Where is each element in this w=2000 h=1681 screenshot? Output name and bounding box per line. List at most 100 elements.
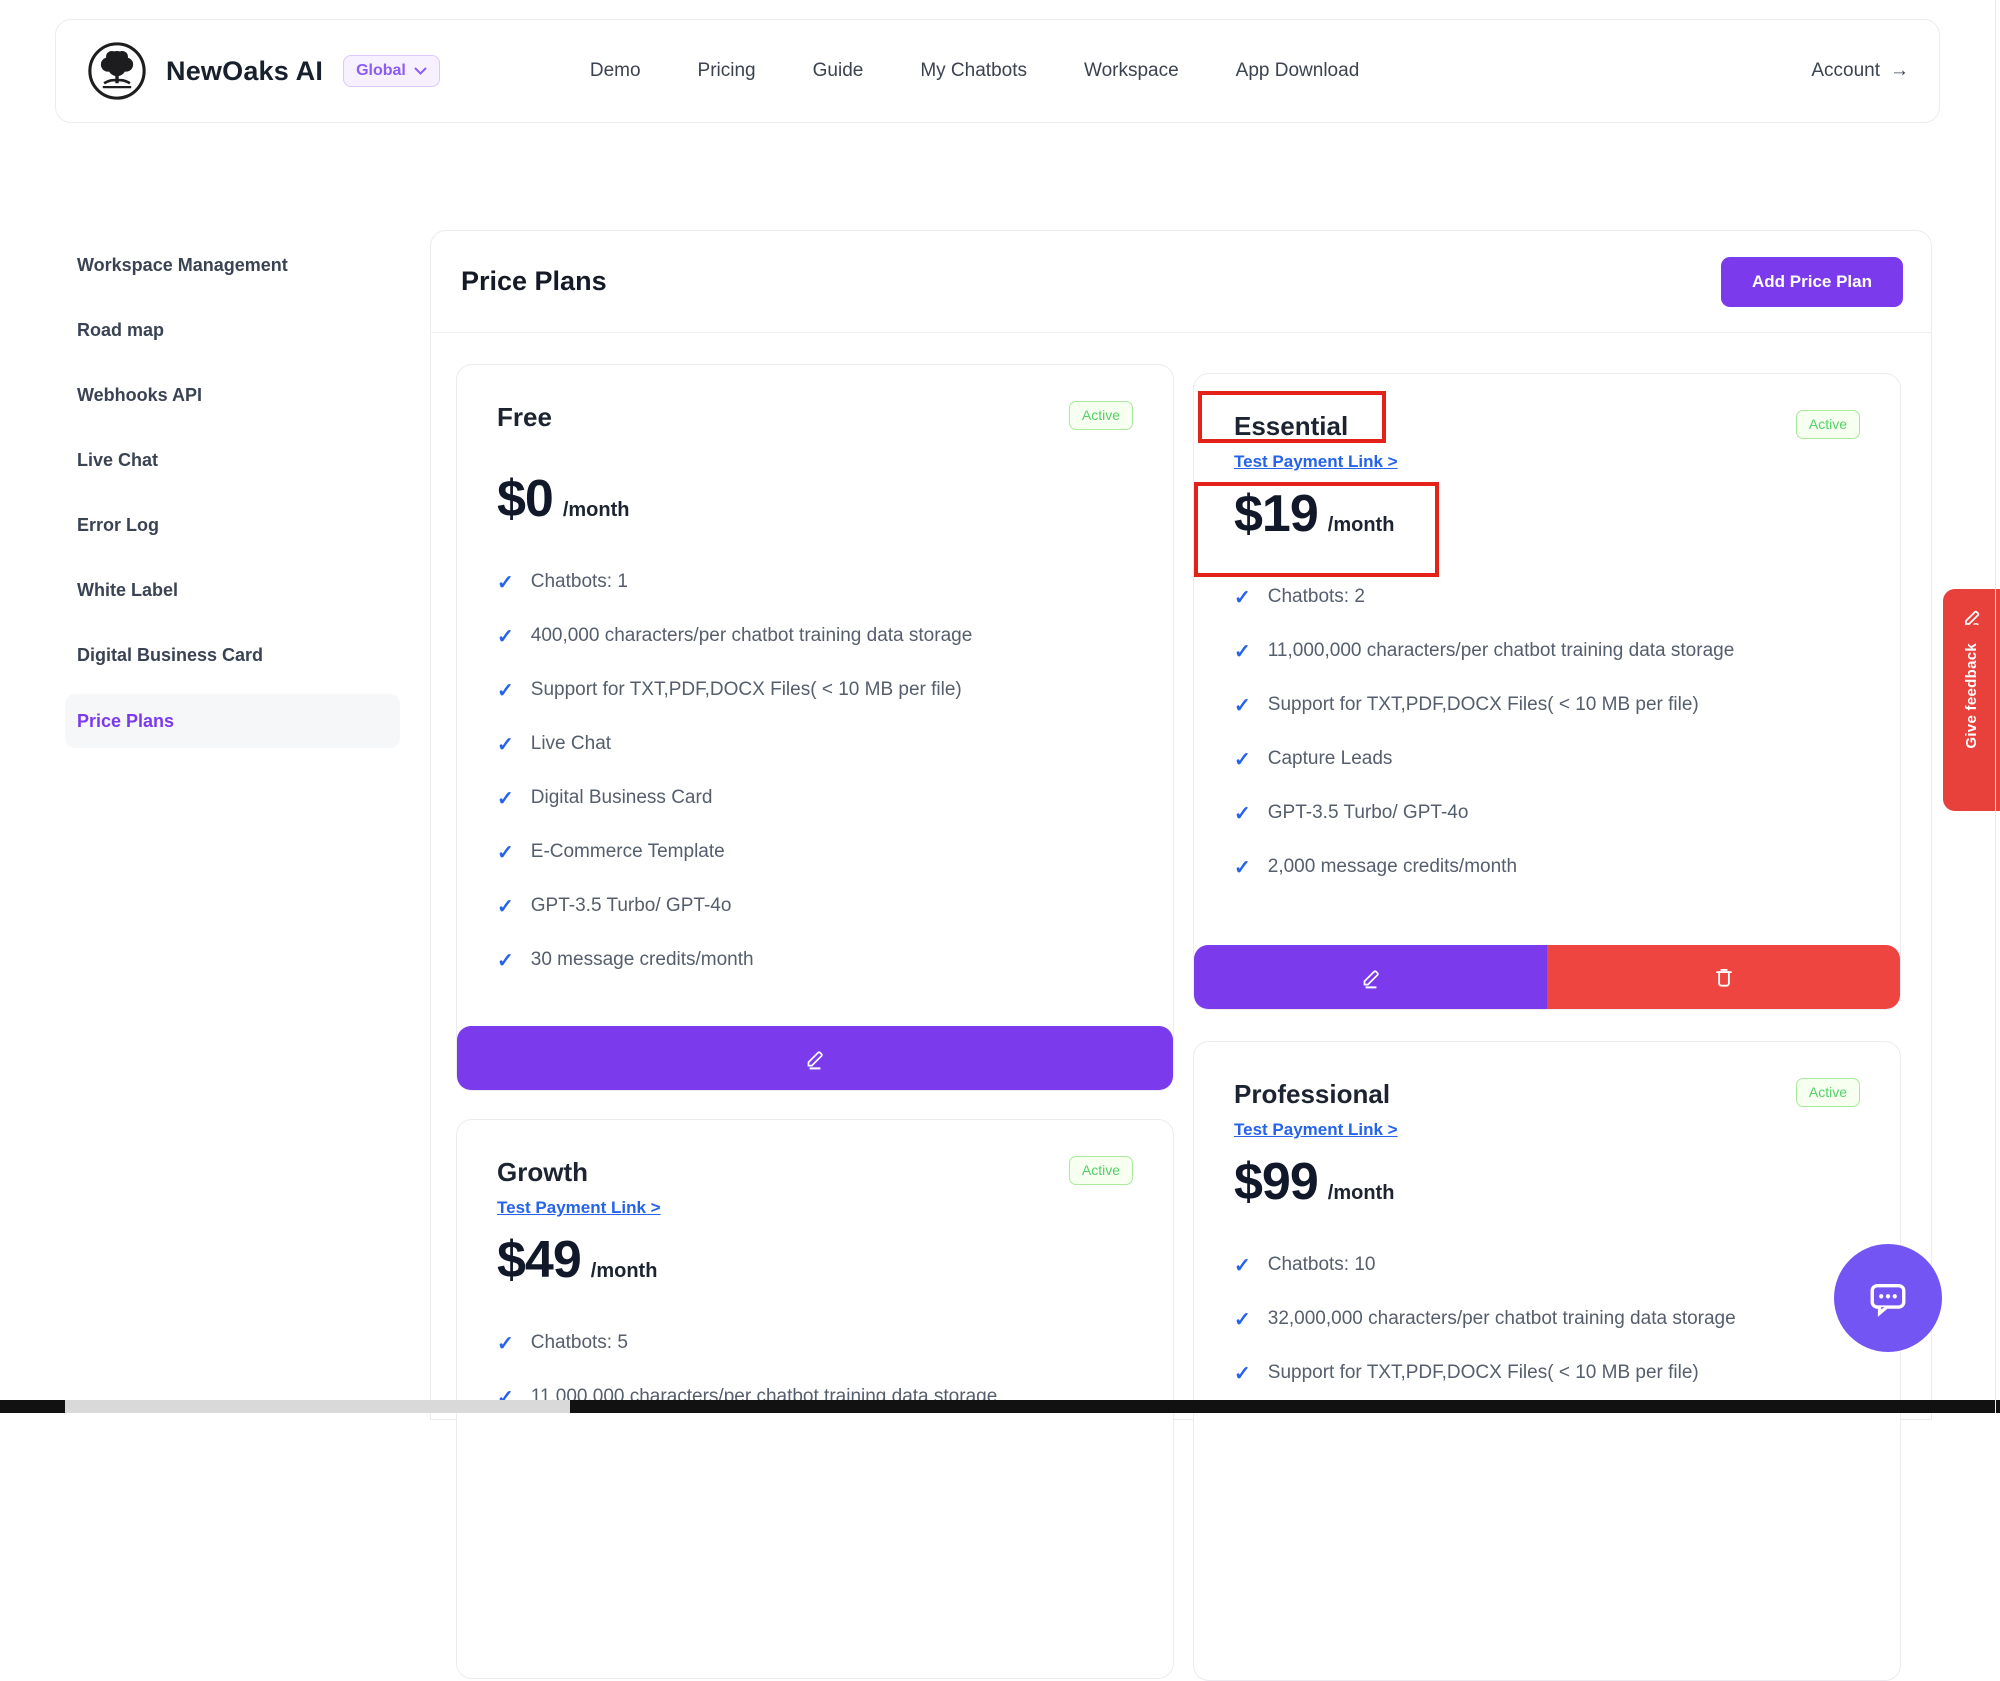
plan-name: Free: [497, 401, 552, 435]
newoaks-logo-icon: [86, 40, 148, 102]
feature-item: ✓11,000,000 characters/per chatbot train…: [1234, 640, 1860, 668]
plan-card-growth: Growth Active Test Payment Link > $49 /m…: [456, 1119, 1174, 1679]
check-icon: ✓: [1234, 856, 1251, 880]
account-label: Account: [1811, 60, 1880, 82]
plan-name: Essential: [1234, 410, 1348, 444]
status-badge: Active: [1796, 1078, 1860, 1107]
sidebar-item-white-label[interactable]: White Label: [65, 558, 400, 623]
check-icon: ✓: [497, 1332, 514, 1356]
pencil-icon: [802, 1045, 828, 1071]
feature-list: ✓Chatbots: 10 ✓32,000,000 characters/per…: [1234, 1254, 1860, 1390]
check-icon: ✓: [497, 949, 514, 973]
region-label: Global: [356, 62, 406, 80]
nav-item-workspace[interactable]: Workspace: [1084, 60, 1179, 82]
nav-item-demo[interactable]: Demo: [590, 60, 641, 82]
scrollbar-track[interactable]: [1995, 0, 1996, 1413]
account-menu[interactable]: Account →: [1811, 60, 1909, 82]
check-icon: ✓: [1234, 586, 1251, 610]
feature-item: ✓Chatbots: 5: [497, 1332, 1133, 1360]
price-plans-panel: Price Plans Add Price Plan Free Active $…: [430, 230, 1932, 1420]
feature-item: ✓Digital Business Card: [497, 787, 1133, 815]
feature-item: ✓Chatbots: 1: [497, 571, 1133, 599]
plan-card-free: Free Active $0 /month ✓Chatbots: 1 ✓400,…: [456, 364, 1174, 1091]
bottom-bar-segment: [0, 1400, 65, 1413]
check-icon: ✓: [497, 733, 514, 757]
plan-price: $99: [1234, 1152, 1318, 1212]
plan-period: /month: [1328, 514, 1395, 537]
settings-sidebar: Workspace Management Road map Webhooks A…: [65, 233, 400, 748]
plan-price: $19: [1234, 484, 1318, 544]
feature-list: ✓Chatbots: 2 ✓11,000,000 characters/per …: [1234, 586, 1860, 884]
top-navigation-bar: NewOaks AI Global Demo Pricing Guide My …: [55, 19, 1940, 123]
plan-period: /month: [1328, 1182, 1395, 1205]
edit-plan-button[interactable]: [1194, 945, 1547, 1009]
feature-item: ✓Live Chat: [497, 733, 1133, 761]
panel-header: Price Plans Add Price Plan: [431, 231, 1931, 333]
sidebar-item-live-chat[interactable]: Live Chat: [65, 428, 400, 493]
sidebar-item-webhooks-api[interactable]: Webhooks API: [65, 363, 400, 428]
bottom-bar-segment: [570, 1400, 2000, 1413]
add-price-plan-button[interactable]: Add Price Plan: [1721, 257, 1903, 307]
sidebar-item-workspace-management[interactable]: Workspace Management: [65, 233, 400, 298]
status-badge: Active: [1069, 1156, 1133, 1185]
nav-item-app-download[interactable]: App Download: [1236, 60, 1360, 82]
give-feedback-tab[interactable]: Give feedback: [1943, 589, 2000, 811]
chat-bubble-icon: [1861, 1271, 1915, 1325]
chevron-down-icon: [414, 67, 427, 76]
feature-item: ✓E-Commerce Template: [497, 841, 1133, 869]
page-title: Price Plans: [461, 266, 607, 297]
plan-period: /month: [563, 499, 630, 522]
nav-item-my-chatbots[interactable]: My Chatbots: [920, 60, 1027, 82]
feature-item: ✓Chatbots: 10: [1234, 1254, 1860, 1282]
sidebar-item-digital-business-card[interactable]: Digital Business Card: [65, 623, 400, 688]
check-icon: ✓: [1234, 1308, 1251, 1332]
main-nav: Demo Pricing Guide My Chatbots Workspace…: [590, 60, 1359, 82]
chat-widget-button[interactable]: [1834, 1244, 1942, 1352]
feature-item: ✓GPT-3.5 Turbo/ GPT-4o: [1234, 802, 1860, 830]
trash-icon: [1711, 964, 1737, 990]
feature-item: ✓400,000 characters/per chatbot training…: [497, 625, 1133, 653]
check-icon: ✓: [1234, 640, 1251, 664]
sidebar-item-price-plans[interactable]: Price Plans: [65, 694, 400, 748]
feature-item: ✓GPT-3.5 Turbo/ GPT-4o: [497, 895, 1133, 923]
test-payment-link[interactable]: Test Payment Link >: [497, 1198, 661, 1218]
sidebar-item-error-log[interactable]: Error Log: [65, 493, 400, 558]
plan-name: Growth: [497, 1156, 588, 1190]
check-icon: ✓: [497, 679, 514, 703]
feature-list: ✓Chatbots: 1 ✓400,000 characters/per cha…: [497, 571, 1133, 977]
plan-action-bar: [1194, 945, 1900, 1009]
check-icon: ✓: [497, 895, 514, 919]
edit-plan-button[interactable]: [457, 1026, 1173, 1090]
plan-period: /month: [591, 1260, 658, 1283]
nav-item-pricing[interactable]: Pricing: [698, 60, 756, 82]
pencil-icon: [1358, 964, 1384, 990]
feature-item: ✓Support for TXT,PDF,DOCX Files( < 10 MB…: [1234, 694, 1860, 722]
check-icon: ✓: [1234, 748, 1251, 772]
check-icon: ✓: [1234, 1362, 1251, 1386]
check-icon: ✓: [1234, 802, 1251, 826]
give-feedback-label: Give feedback: [1963, 643, 1980, 749]
region-selector[interactable]: Global: [343, 55, 440, 87]
check-icon: ✓: [497, 841, 514, 865]
nav-item-guide[interactable]: Guide: [813, 60, 864, 82]
feature-item: ✓Support for TXT,PDF,DOCX Files( < 10 MB…: [1234, 1362, 1860, 1390]
sidebar-item-road-map[interactable]: Road map: [65, 298, 400, 363]
plan-card-professional: Professional Active Test Payment Link > …: [1193, 1041, 1901, 1681]
test-payment-link[interactable]: Test Payment Link >: [1234, 1120, 1398, 1140]
plan-price: $0: [497, 469, 553, 529]
test-payment-link[interactable]: Test Payment Link >: [1234, 452, 1398, 472]
check-icon: ✓: [497, 787, 514, 811]
feature-item: ✓Chatbots: 2: [1234, 586, 1860, 614]
status-badge: Active: [1796, 410, 1860, 439]
plan-name: Professional: [1234, 1078, 1390, 1112]
brand-name: NewOaks AI: [166, 56, 323, 87]
status-badge: Active: [1069, 401, 1133, 430]
feature-item: ✓2,000 message credits/month: [1234, 856, 1860, 884]
feature-item: ✓Support for TXT,PDF,DOCX Files( < 10 MB…: [497, 679, 1133, 707]
pencil-icon: [1960, 605, 1984, 629]
feature-item: ✓30 message credits/month: [497, 949, 1133, 977]
check-icon: ✓: [1234, 1254, 1251, 1278]
check-icon: ✓: [497, 625, 514, 649]
delete-plan-button[interactable]: [1547, 945, 1900, 1009]
check-icon: ✓: [497, 571, 514, 595]
